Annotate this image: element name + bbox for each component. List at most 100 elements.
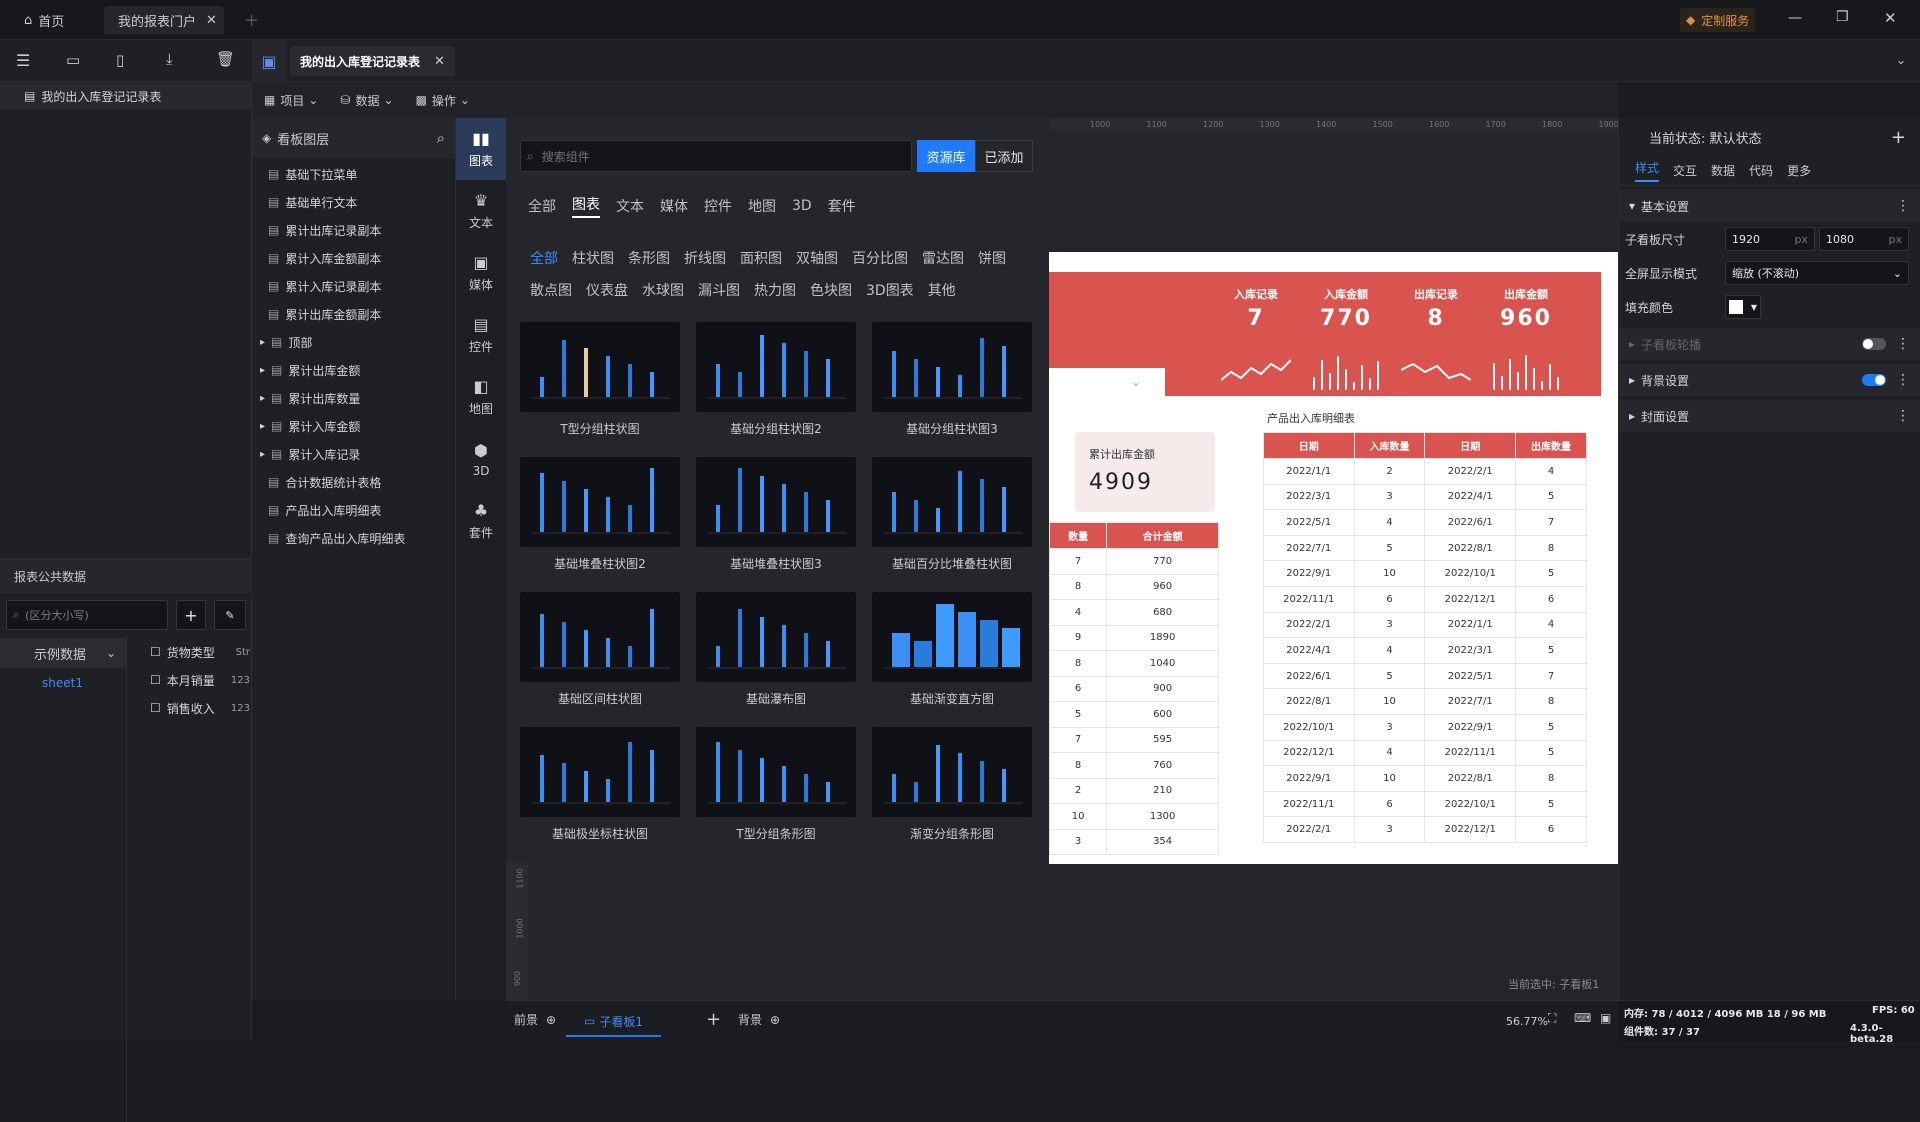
subcategory-chip[interactable]: 仪表盘 xyxy=(586,280,628,300)
more-icon[interactable]: ⋮ xyxy=(1896,408,1910,424)
layer-item[interactable]: ▤ 产品出入库明细表 xyxy=(252,496,455,524)
subcategory-chip[interactable]: 散点图 xyxy=(530,280,572,300)
menu-data[interactable]: ⛁ 数据 ⌄ xyxy=(340,92,393,109)
property-tab[interactable]: 交互 xyxy=(1673,162,1697,179)
subcategory-chip[interactable]: 面积图 xyxy=(740,248,782,268)
subcategory-chip[interactable]: 热力图 xyxy=(754,280,796,300)
width-input[interactable]: 1920 px xyxy=(1725,227,1815,251)
doc-tab[interactable]: 我的出入库登记记录表 ✕ xyxy=(290,46,455,76)
component-card-thumb[interactable] xyxy=(872,727,1032,817)
menu-operate[interactable]: ▩ 操作 ⌄ xyxy=(416,92,470,109)
background-toggle[interactable] xyxy=(1862,374,1886,386)
layer-item[interactable]: ▤ 累计出库记录副本 xyxy=(252,216,455,244)
cover-row[interactable]: ▸ 封面设置 ⋮ xyxy=(1619,400,1920,432)
file-search-button[interactable]: ▣ xyxy=(252,40,286,82)
close-icon[interactable]: ✕ xyxy=(434,54,445,69)
subcategory-chip[interactable]: 色块图 xyxy=(810,280,852,300)
add-icon[interactable]: ⊕ xyxy=(546,1013,556,1027)
back-layer-tab[interactable]: 背景 ⊕ xyxy=(738,1011,780,1028)
menu-project[interactable]: ▦ 项目 ⌄ xyxy=(264,92,318,109)
layer-item[interactable]: ▸ ▤ 累计出库金额 xyxy=(252,356,455,384)
dropdown-filter[interactable]: ⌄ xyxy=(1049,368,1165,396)
folder-add-icon[interactable]: ▭ xyxy=(66,51,80,69)
carousel-row[interactable]: ▸ 子看板轮播 ⋮ xyxy=(1619,328,1920,360)
tree-root-item[interactable]: ▤ 我的出入库登记记录表 xyxy=(0,82,251,110)
layer-item[interactable]: ▤ 累计出库金额副本 xyxy=(252,300,455,328)
layer-item[interactable]: ▤ 基础单行文本 xyxy=(252,188,455,216)
download-icon[interactable]: ⤓ xyxy=(166,50,173,68)
close-icon[interactable]: ✕ xyxy=(206,13,217,28)
component-card-thumb[interactable] xyxy=(520,457,680,547)
chevron-right-icon[interactable]: ▸ xyxy=(260,449,265,460)
field-item[interactable]: ☐ 货物类型 Str xyxy=(150,638,250,666)
more-icon[interactable]: ⋮ xyxy=(1896,336,1910,352)
sub-board-tab[interactable]: ▭ 子看板1 xyxy=(566,1007,661,1037)
chevron-down-icon[interactable]: ⌄ xyxy=(1896,53,1906,67)
component-card-thumb[interactable] xyxy=(696,592,856,682)
layer-item[interactable]: ▤ 查询产品出入库明细表 xyxy=(252,524,455,552)
fullscreen-select[interactable]: 缩放 (不滚动) ⌄ xyxy=(1725,261,1909,285)
background-row[interactable]: ▸ 背景设置 ⋮ xyxy=(1619,364,1920,396)
subcategory-chip[interactable]: 条形图 xyxy=(628,248,670,268)
more-icon[interactable]: ⋮ xyxy=(1896,372,1910,388)
fit-icon[interactable]: ⛶ xyxy=(1548,1011,1556,1026)
front-layer-tab[interactable]: 前景 ⊕ xyxy=(514,1011,556,1028)
category-tab[interactable]: 地图 xyxy=(748,196,776,216)
restore-icon[interactable]: ❐ xyxy=(1836,9,1849,25)
rail-control[interactable]: ▤ 控件 xyxy=(456,304,506,366)
property-tab[interactable]: 样式 xyxy=(1635,159,1660,182)
field-item[interactable]: ☐ 本月销量 123 xyxy=(150,666,250,694)
tab-report-portal[interactable]: 我的报表门户 ✕ xyxy=(104,6,224,34)
subcategory-chip[interactable]: 其他 xyxy=(928,280,956,300)
chevron-right-icon[interactable]: ▸ xyxy=(260,337,265,348)
trash-icon[interactable]: 🗑 xyxy=(216,50,235,68)
chevron-right-icon[interactable]: ▸ xyxy=(260,365,265,376)
component-card-thumb[interactable] xyxy=(520,322,680,412)
component-card-thumb[interactable] xyxy=(520,592,680,682)
new-tab-button[interactable]: + xyxy=(244,6,259,34)
add-dataset-button[interactable]: + xyxy=(176,600,206,630)
component-card-thumb[interactable] xyxy=(872,592,1032,682)
terminal-icon[interactable]: ▣ xyxy=(1600,1011,1611,1025)
custom-service-button[interactable]: ◆ 定制服务 xyxy=(1680,8,1756,32)
subcategory-chip[interactable]: 百分比图 xyxy=(852,248,908,268)
add-icon[interactable]: ⊕ xyxy=(770,1013,780,1027)
dataset-select[interactable]: 示例数据 ⌄ xyxy=(0,638,126,668)
rail-text[interactable]: ♛ 文本 xyxy=(456,180,506,242)
chevron-right-icon[interactable]: ▸ xyxy=(260,393,265,404)
subcategory-chip[interactable]: 水球图 xyxy=(642,280,684,300)
category-tab[interactable]: 控件 xyxy=(704,196,732,216)
component-card-thumb[interactable] xyxy=(520,727,680,817)
property-tab[interactable]: 代码 xyxy=(1749,162,1773,179)
subcategory-chip[interactable]: 饼图 xyxy=(978,248,1006,268)
category-tab[interactable]: 全部 xyxy=(528,196,556,216)
dataset-search-input[interactable]: ⌕ (区分大小写) xyxy=(6,600,168,630)
rail-media[interactable]: ▣ 媒体 xyxy=(456,242,506,304)
component-card-thumb[interactable] xyxy=(872,457,1032,547)
layer-item[interactable]: ▸ ▤ 累计入库金额 xyxy=(252,412,455,440)
resource-library-button[interactable]: 资源库 xyxy=(917,140,975,172)
property-tab[interactable]: 更多 xyxy=(1787,162,1811,179)
category-tab[interactable]: 3D xyxy=(792,198,812,214)
close-window-icon[interactable]: ✕ xyxy=(1884,9,1897,27)
component-search-input[interactable]: ⌕ 搜索组件 xyxy=(520,140,912,172)
category-tab[interactable]: 图表 xyxy=(572,194,600,218)
field-item[interactable]: ☐ 销售收入 123 xyxy=(150,694,250,722)
rail-cube[interactable]: ⬢ 3D xyxy=(456,428,506,490)
add-icon[interactable]: + xyxy=(1891,127,1906,148)
subcategory-chip[interactable]: 全部 xyxy=(530,248,558,268)
subcategory-chip[interactable]: 柱状图 xyxy=(572,248,614,268)
component-card-thumb[interactable] xyxy=(696,457,856,547)
rail-bar-chart[interactable]: ▮▮ 图表 xyxy=(456,118,506,180)
category-tab[interactable]: 媒体 xyxy=(660,196,688,216)
layer-item[interactable]: ▤ 合计数据统计表格 xyxy=(252,468,455,496)
dashboard-board[interactable]: ⌄ 入库记录 7 入库金额 770 出库记录 8 出库金额 960 累计出库金额 4909 数… xyxy=(1048,252,1619,864)
keyboard-icon[interactable]: ⌨ xyxy=(1574,1011,1591,1025)
layer-item[interactable]: ▤ 基础下拉菜单 xyxy=(252,160,455,188)
fill-color-picker[interactable]: ▼ xyxy=(1725,295,1761,319)
carousel-toggle[interactable] xyxy=(1862,338,1886,350)
component-card-thumb[interactable] xyxy=(696,727,856,817)
layer-item[interactable]: ▤ 累计入库记录副本 xyxy=(252,272,455,300)
layer-item[interactable]: ▸ ▤ 累计入库记录 xyxy=(252,440,455,468)
chevron-right-icon[interactable]: ▸ xyxy=(260,421,265,432)
